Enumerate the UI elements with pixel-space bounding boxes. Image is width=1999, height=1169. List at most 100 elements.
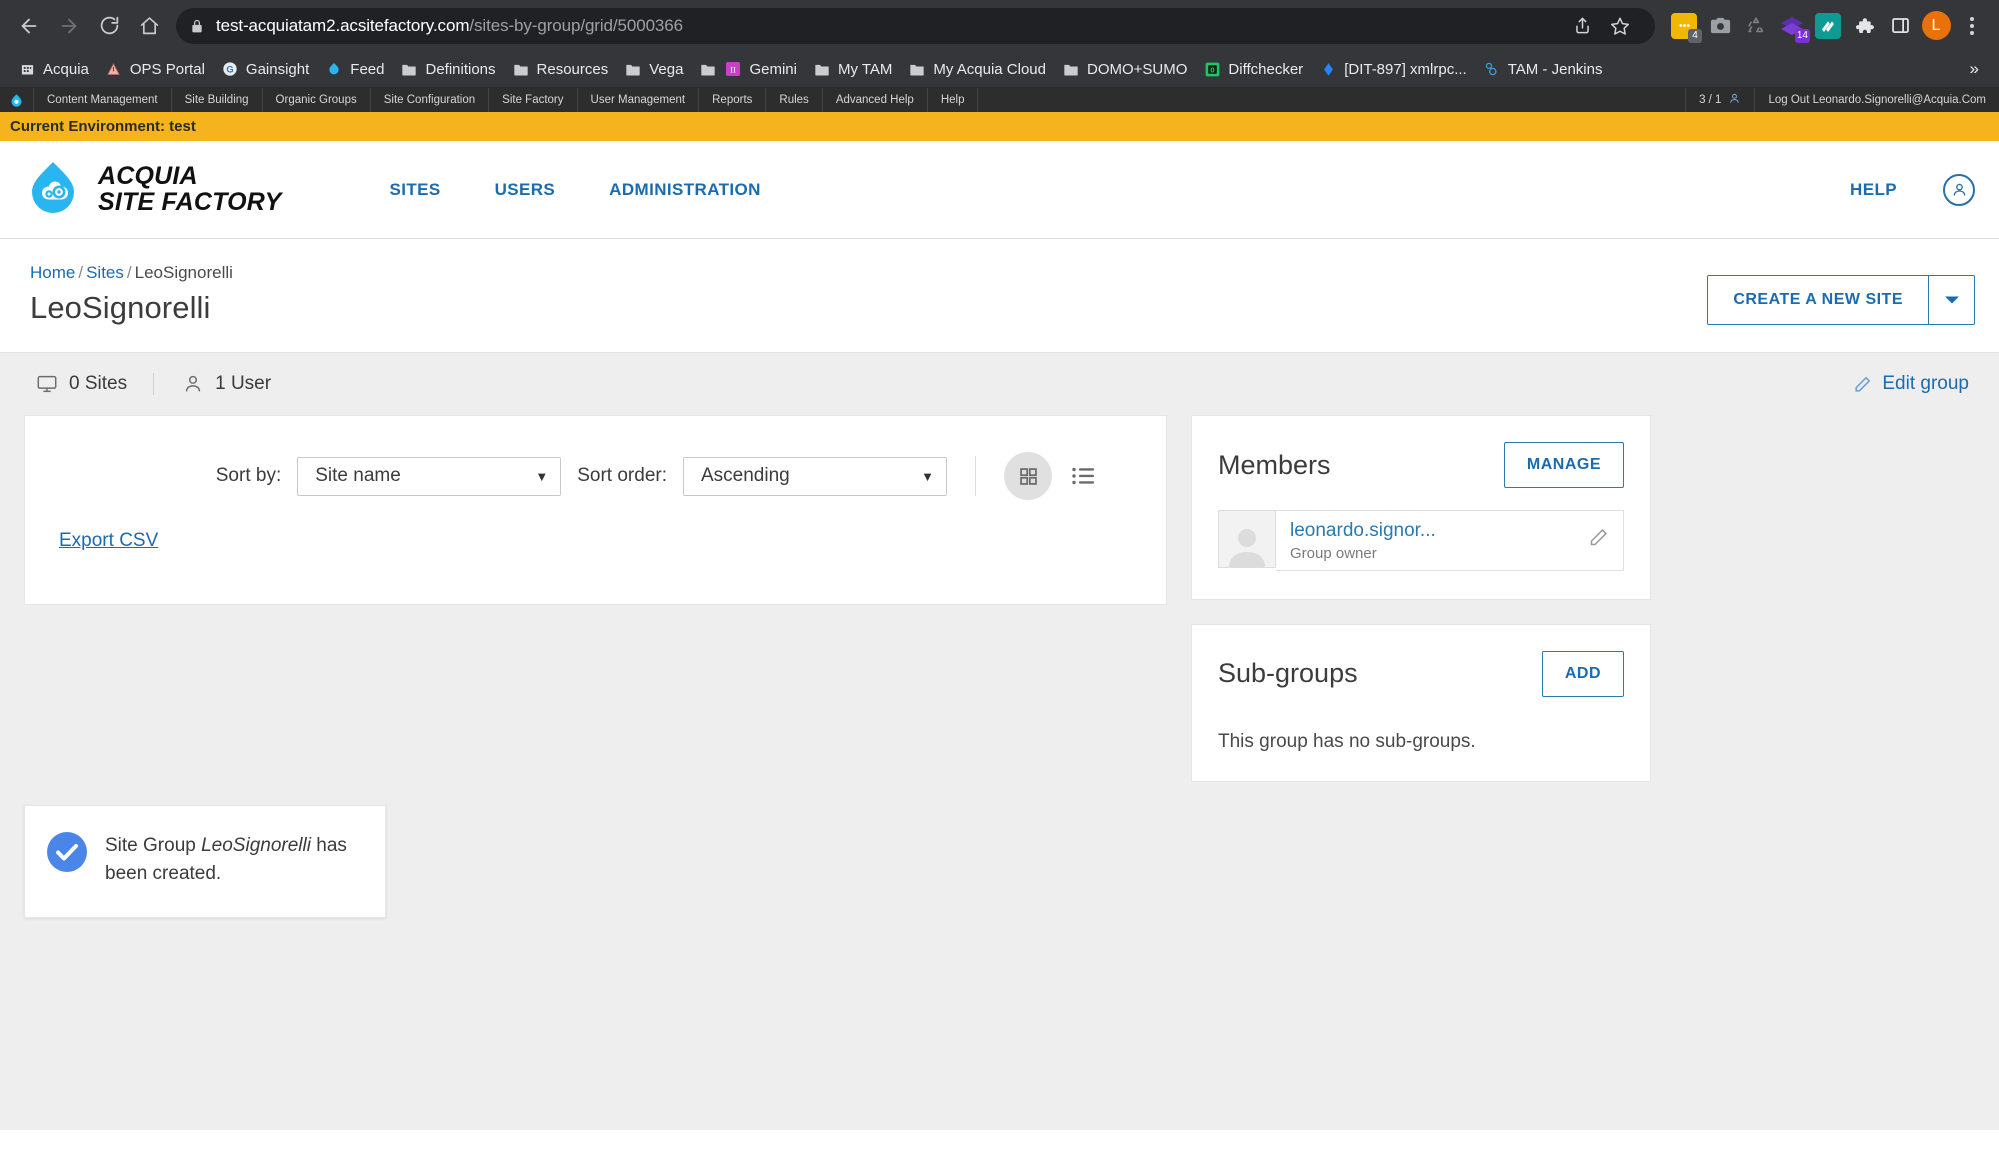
subgroups-panel: Sub-groups ADD This group has no sub-gro… [1191, 623, 1651, 782]
admin-item-user-management[interactable]: User Management [578, 88, 700, 112]
member-name[interactable]: leonardo.signor... [1290, 519, 1436, 543]
manage-members-button[interactable]: MANAGE [1503, 442, 1624, 488]
breadcrumb-home[interactable]: Home [30, 263, 75, 282]
bookmark-vega[interactable]: Vega [616, 56, 691, 82]
extension-notes-icon[interactable]: 4 [1667, 9, 1702, 43]
sites-toolbar: Sort by: Site name ▼ Sort order: Ascendi… [25, 416, 1166, 500]
address-bar[interactable]: test-acquiatam2.acsitefactory.com/sites-… [176, 7, 1655, 44]
home-icon[interactable] [130, 7, 168, 45]
admin-item-site-factory[interactable]: Site Factory [489, 88, 578, 112]
add-subgroup-button[interactable]: ADD [1541, 650, 1624, 697]
user-icon [185, 375, 201, 392]
bookmark-label: Diffchecker [1228, 60, 1304, 78]
bookmark-label: My TAM [837, 60, 893, 78]
grid-view-icon[interactable] [1004, 452, 1052, 500]
bookmark-my-tam[interactable]: My TAM [805, 56, 900, 82]
lock-icon [190, 18, 204, 34]
pencil-icon[interactable] [1588, 527, 1609, 553]
sort-by-select[interactable]: Site name ▼ [297, 456, 562, 496]
breadcrumb-current: LeoSignorelli [134, 263, 233, 282]
export-csv-link[interactable]: Export CSV [59, 530, 158, 552]
folder-icon [624, 60, 642, 78]
ops-icon [105, 60, 123, 78]
members-panel: Members MANAGE leonardo.signor... Group … [1191, 415, 1651, 600]
admin-user-count: 3 / 1 [1686, 88, 1756, 112]
forward-arrow-icon[interactable] [50, 7, 88, 45]
side-panel-icon[interactable] [1883, 9, 1917, 43]
sort-by-value: Site name [315, 465, 401, 486]
title-block: Home / Sites / LeoSignorelli LeoSignorelli [30, 263, 233, 326]
page-content: 0 Sites 1 User Edit group Sort by: Site … [0, 353, 1999, 1130]
bookmarks-bar: Acquia OPS Portal G Gainsight Feed Defin… [0, 51, 1999, 88]
profile-avatar[interactable]: L [1919, 9, 1953, 43]
admin-logout-link[interactable]: Log Out Leonardo.Signorelli@Acquia.Com [1755, 88, 1999, 112]
extension-purple-diamond-icon[interactable]: 14 [1775, 9, 1810, 43]
stat-users-label: 1 User [215, 373, 272, 394]
members-panel-title: Members [1218, 449, 1331, 480]
admin-item-reports[interactable]: Reports [699, 88, 767, 112]
toast-prefix: Site Group [105, 835, 202, 856]
admin-item-content-management[interactable]: Content Management [34, 88, 172, 112]
extension-recycle-icon[interactable] [1739, 9, 1773, 43]
bookmark-label: Acquia [43, 60, 89, 78]
view-toggle-group [1004, 452, 1100, 500]
bookmark-ops-portal[interactable]: OPS Portal [97, 56, 213, 82]
admin-item-site-building[interactable]: Site Building [172, 88, 263, 112]
bookmark-my-acquia-cloud[interactable]: My Acquia Cloud [900, 56, 1054, 82]
user-count-text: 3 / 1 [1699, 94, 1722, 106]
list-view-icon[interactable] [1066, 459, 1100, 493]
nav-item-administration[interactable]: ADMINISTRATION [609, 180, 761, 200]
acquia-droplet-logo-icon [22, 159, 84, 221]
acquia-site-factory-logo[interactable]: ACQUIA SITE FACTORY [22, 159, 281, 221]
puzzle-extensions-icon[interactable] [1847, 9, 1881, 43]
bookmark-domo-sumo[interactable]: DOMO+SUMO [1054, 56, 1195, 82]
extension-camera-icon[interactable] [1703, 9, 1737, 43]
admin-item-organic-groups[interactable]: Organic Groups [263, 88, 371, 112]
user-circle-icon[interactable] [1943, 173, 1975, 206]
bookmark-resources[interactable]: Resources [504, 56, 617, 82]
check-circle-icon [47, 832, 87, 887]
nav-item-users[interactable]: USERS [495, 180, 556, 200]
bookmark-feed[interactable]: Feed [317, 56, 392, 82]
admin-item-advanced-help[interactable]: Advanced Help [823, 88, 928, 112]
bookmarks-overflow-icon[interactable]: » [1960, 55, 1989, 83]
bookmark-definitions[interactable]: Definitions [392, 56, 503, 82]
site-factory-header: ACQUIA SITE FACTORY SITES USERS ADMINIST… [0, 141, 1999, 239]
sort-order-select[interactable]: Ascending ▼ [683, 456, 947, 496]
folder-icon [908, 60, 926, 78]
bookmark-label: Vega [649, 60, 684, 78]
reload-icon[interactable] [90, 7, 128, 45]
bookmark-jira-ticket[interactable]: [DIT-897] xmlrpc... [1311, 56, 1475, 82]
bookmark-label: DOMO+SUMO [1086, 60, 1188, 78]
bookmark-star-icon[interactable] [1603, 9, 1637, 43]
bookmark-diffchecker[interactable]: 0 Diffchecker [1195, 56, 1311, 82]
acquia-droplet-icon[interactable] [0, 88, 34, 112]
omnibox-actions [1565, 9, 1641, 43]
bookmark-gainsight[interactable]: G Gainsight [213, 56, 317, 82]
chrome-menu-icon[interactable] [1955, 9, 1989, 43]
admin-item-help[interactable]: Help [928, 88, 979, 112]
bookmark-acquia[interactable]: Acquia [10, 56, 97, 82]
nav-item-sites[interactable]: SITES [389, 180, 440, 200]
breadcrumb-sites[interactable]: Sites [86, 263, 124, 282]
folder-icon [1062, 60, 1080, 78]
primary-nav: SITES USERS ADMINISTRATION [389, 180, 760, 200]
extension-teal-books-icon[interactable] [1811, 9, 1845, 43]
back-arrow-icon[interactable] [10, 7, 48, 45]
folder-icon [813, 60, 831, 78]
bookmark-tam-jenkins[interactable]: TAM - Jenkins [1475, 56, 1611, 82]
breadcrumb-separator: / [78, 263, 84, 282]
bookmark-gemini[interactable]: II Gemini [691, 56, 805, 82]
chevron-down-icon[interactable] [1928, 276, 1974, 324]
jira-icon [1319, 60, 1337, 78]
edit-group-link[interactable]: Edit group [1853, 373, 1969, 395]
admin-item-rules[interactable]: Rules [766, 88, 823, 112]
share-icon[interactable] [1565, 9, 1599, 43]
stat-sites-label: 0 Sites [69, 373, 128, 394]
drupal-admin-toolbar: Content Management Site Building Organic… [0, 88, 1999, 112]
admin-item-site-configuration[interactable]: Site Configuration [371, 88, 490, 112]
create-new-site-button[interactable]: CREATE A NEW SITE [1708, 276, 1928, 324]
bookmark-label: Feed [350, 60, 385, 78]
help-link[interactable]: HELP [1850, 180, 1897, 200]
monitor-icon [37, 375, 57, 393]
